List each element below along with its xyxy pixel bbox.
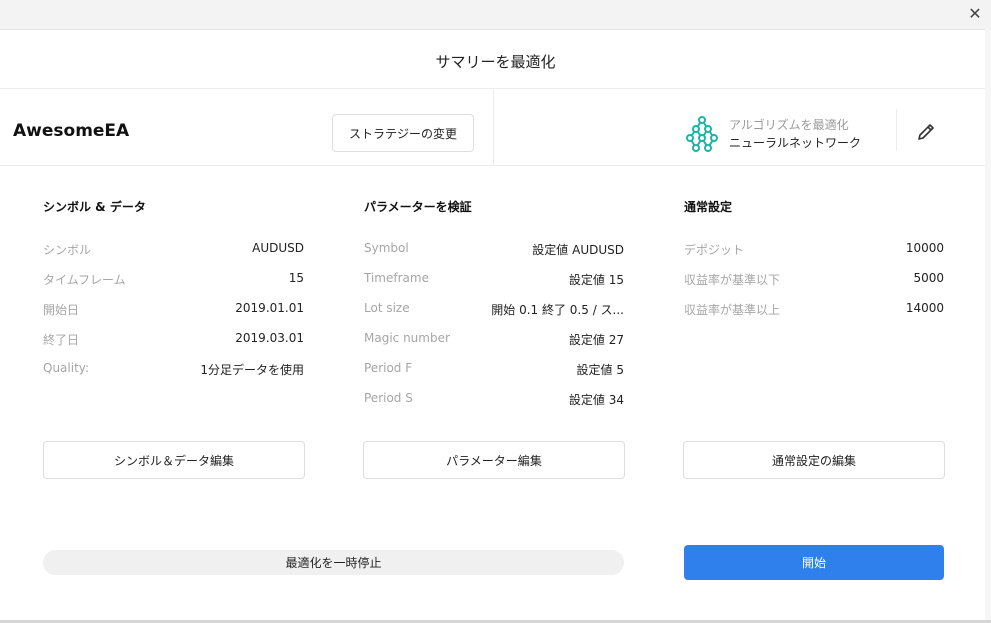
ea-name: AwesomeEA bbox=[13, 121, 130, 141]
divider bbox=[896, 109, 897, 151]
end-date-value: 2019.03.01 bbox=[235, 331, 304, 345]
general-settings-title: 通常設定 bbox=[684, 200, 733, 214]
edit-general-settings-button[interactable]: 通常設定の編集 bbox=[683, 441, 945, 479]
start-button[interactable]: 開始 bbox=[684, 545, 944, 580]
param-period-s-label: Period S bbox=[364, 391, 413, 405]
pause-optimization-label: 最適化を一時停止 bbox=[285, 556, 382, 570]
end-date-label: 終了日 bbox=[43, 333, 80, 347]
divider bbox=[0, 88, 991, 89]
divider bbox=[493, 89, 494, 165]
close-icon[interactable]: ✕ bbox=[967, 6, 983, 22]
param-lot-size-value: 開始 0.1 終了 0.5 / ス... bbox=[491, 303, 624, 317]
param-symbol-value: 設定値 AUDUSD bbox=[532, 243, 624, 257]
algorithm-label: アルゴリズムを最適化 bbox=[729, 118, 849, 132]
algorithm-value: ニューラルネットワーク bbox=[729, 136, 862, 150]
change-strategy-label: ストラテジーの変更 bbox=[348, 126, 457, 141]
edit-parameters-button[interactable]: パラメーター編集 bbox=[363, 441, 625, 479]
change-strategy-button[interactable]: ストラテジーの変更 bbox=[332, 114, 474, 152]
symbol-label: シンボル bbox=[43, 243, 92, 257]
param-period-s-value: 設定値 34 bbox=[568, 393, 624, 407]
start-label: 開始 bbox=[801, 556, 826, 570]
start-date-label: 開始日 bbox=[43, 303, 80, 317]
deposit-value: 10000 bbox=[905, 241, 944, 255]
param-period-f-value: 設定値 5 bbox=[576, 363, 624, 377]
quality-label: Quality: bbox=[43, 361, 90, 375]
profit-below-value: 5000 bbox=[913, 271, 944, 285]
deposit-label: デポジット bbox=[684, 243, 745, 257]
edit-symbol-data-label: シンボル＆データ編集 bbox=[113, 453, 234, 468]
symbol-data-title: シンボル & データ bbox=[43, 200, 146, 214]
start-date-value: 2019.01.01 bbox=[235, 301, 304, 315]
window-title-bar bbox=[0, 0, 991, 30]
param-timeframe-label: Timeframe bbox=[364, 271, 429, 285]
dialog-title: サマリーを最適化 bbox=[435, 53, 556, 71]
neural-network-icon bbox=[686, 116, 718, 152]
param-symbol-label: Symbol bbox=[364, 241, 409, 255]
param-period-f-label: Period F bbox=[364, 361, 413, 375]
param-timeframe-value: 設定値 15 bbox=[568, 273, 624, 287]
parameters-title: パラメーターを検証 bbox=[364, 200, 472, 214]
edit-symbol-data-button[interactable]: シンボル＆データ編集 bbox=[43, 441, 305, 479]
window-edge bbox=[985, 29, 991, 623]
timeframe-label: タイムフレーム bbox=[43, 273, 126, 287]
divider bbox=[0, 165, 991, 166]
param-magic-number-value: 設定値 27 bbox=[568, 333, 624, 347]
pause-optimization-button[interactable]: 最適化を一時停止 bbox=[43, 550, 624, 575]
profit-above-value: 14000 bbox=[905, 301, 944, 315]
profit-above-label: 収益率が基準以上 bbox=[684, 303, 781, 317]
profit-below-label: 収益率が基準以下 bbox=[684, 273, 781, 287]
timeframe-value: 15 bbox=[288, 271, 304, 285]
edit-parameters-label: パラメーター編集 bbox=[446, 453, 542, 468]
symbol-value: AUDUSD bbox=[252, 241, 304, 255]
param-magic-number-label: Magic number bbox=[364, 331, 450, 345]
quality-value: 1分足データを使用 bbox=[200, 363, 304, 377]
param-lot-size-label: Lot size bbox=[364, 301, 410, 315]
pencil-icon[interactable] bbox=[915, 121, 937, 143]
edit-general-settings-label: 通常設定の編集 bbox=[771, 453, 856, 468]
